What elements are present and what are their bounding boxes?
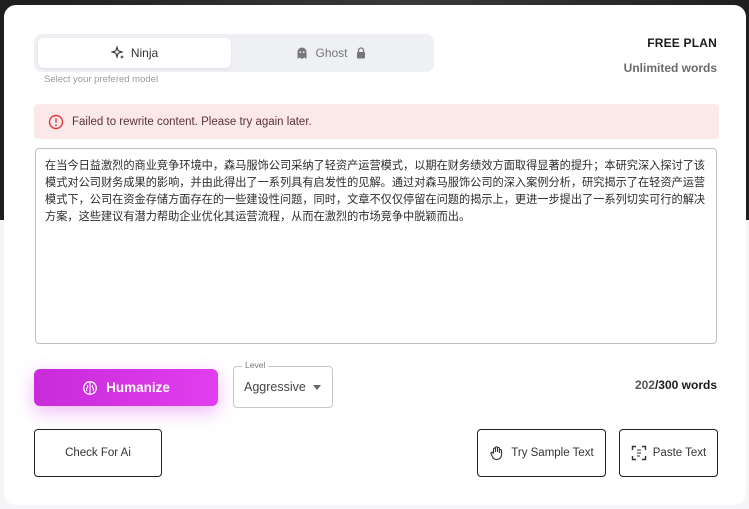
- ghost-icon: [295, 46, 309, 60]
- error-banner: Failed to rewrite content. Please try ag…: [34, 104, 719, 139]
- paste-icon: [631, 445, 647, 461]
- alert-circle-icon: [48, 114, 64, 130]
- model-selector: Ninja Ghost: [34, 34, 434, 72]
- level-select[interactable]: Level Aggressive: [233, 360, 333, 408]
- tab-ninja[interactable]: Ninja: [38, 38, 231, 68]
- try-sample-label: Try Sample Text: [511, 447, 594, 459]
- word-count-limit: /300 words: [654, 378, 717, 392]
- tab-ghost-label: Ghost: [315, 46, 348, 60]
- level-value: Aggressive: [244, 380, 306, 394]
- check-ai-label: Check For Ai: [65, 447, 131, 459]
- tab-ghost[interactable]: Ghost: [234, 38, 427, 68]
- paste-text-label: Paste Text: [652, 447, 707, 459]
- content-textarea[interactable]: 在当今日益激烈的商业竞争环境中，森马服饰公司采纳了轻资产运营模式，以期在财务绩效…: [35, 148, 717, 344]
- check-ai-button[interactable]: Check For Ai: [34, 429, 162, 477]
- brain-icon: [82, 380, 98, 396]
- error-message: Failed to rewrite content. Please try ag…: [72, 115, 312, 128]
- hand-icon: [489, 445, 505, 461]
- level-legend: Level: [242, 360, 269, 370]
- paste-text-button[interactable]: Paste Text: [619, 429, 718, 477]
- plan-name: FREE PLAN: [647, 36, 717, 50]
- word-counter: 202/300 words: [635, 378, 717, 392]
- tab-ninja-label: Ninja: [130, 46, 159, 60]
- sparkle-ninja-icon: [110, 46, 125, 60]
- caret-down-icon: [312, 384, 321, 390]
- humanize-button[interactable]: Humanize: [34, 369, 218, 406]
- lock-icon: [356, 47, 366, 59]
- plan-info: FREE PLAN Unlimited words: [624, 36, 717, 75]
- try-sample-button[interactable]: Try Sample Text: [477, 429, 606, 477]
- model-hint: Select your prefered model: [44, 74, 159, 85]
- plan-words: Unlimited words: [623, 61, 717, 75]
- humanize-label: Humanize: [106, 380, 170, 395]
- word-count-current: 202: [634, 378, 655, 392]
